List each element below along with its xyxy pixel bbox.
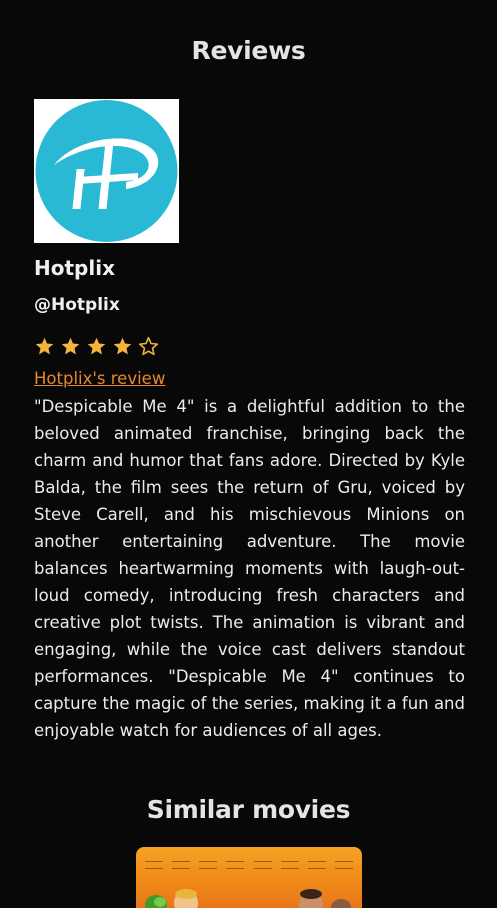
reviews-heading: Reviews	[191, 36, 306, 65]
star-rating	[34, 336, 159, 358]
review-text: "Despicable Me 4" is a delightful additi…	[34, 397, 465, 740]
reviewer-name: Hotplix	[34, 256, 115, 280]
star-outline-icon	[138, 336, 159, 356]
star-filled-icon	[87, 337, 106, 355]
star-filled-icon	[113, 337, 132, 355]
star-filled-icon	[35, 337, 54, 355]
similar-movies-heading: Similar movies	[146, 795, 351, 824]
similar-movie-poster[interactable]	[136, 847, 362, 908]
reviewer-handle: @Hotplix	[34, 295, 120, 315]
poster-artwork	[145, 889, 351, 908]
reviewer-avatar	[34, 99, 179, 243]
star-filled-icon	[61, 337, 80, 355]
review-link[interactable]: Hotplix's review	[34, 369, 165, 388]
